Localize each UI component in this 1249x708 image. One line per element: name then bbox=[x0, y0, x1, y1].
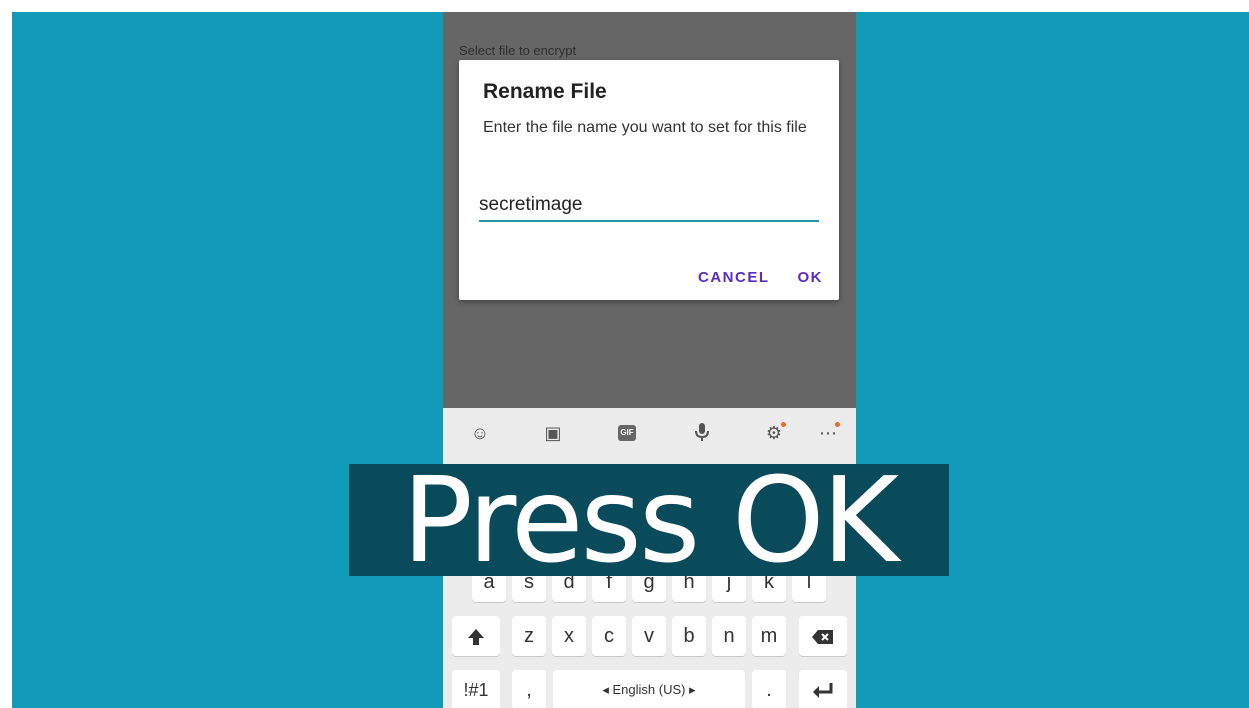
backspace-key[interactable] bbox=[799, 616, 847, 656]
comma-key[interactable]: , bbox=[512, 670, 546, 708]
background-label: Select file to encrypt bbox=[459, 43, 577, 58]
enter-icon bbox=[813, 682, 833, 698]
phone-screen: Select file to encrypt Rename File Enter… bbox=[443, 12, 856, 708]
period-key[interactable]: . bbox=[752, 670, 786, 708]
file-name-input[interactable] bbox=[479, 190, 819, 222]
video-frame: Select file to encrypt Rename File Enter… bbox=[12, 12, 1249, 708]
space-bar[interactable]: ◂ English (US) ▸ bbox=[553, 670, 745, 708]
key-v[interactable]: v bbox=[632, 616, 666, 656]
microphone-icon[interactable] bbox=[691, 422, 713, 444]
key-z[interactable]: z bbox=[512, 616, 546, 656]
more-badge-dot bbox=[835, 422, 840, 427]
key-c[interactable]: c bbox=[592, 616, 626, 656]
backspace-icon bbox=[812, 629, 833, 644]
enter-key[interactable] bbox=[799, 670, 847, 708]
key-n[interactable]: n bbox=[712, 616, 746, 656]
dialog-title: Rename File bbox=[483, 80, 607, 103]
symbols-key[interactable]: !#1 bbox=[452, 670, 500, 708]
ok-button[interactable]: OK bbox=[798, 269, 824, 286]
dialog-message: Enter the file name you want to set for … bbox=[483, 119, 807, 136]
emoji-icon[interactable]: ☺ bbox=[469, 422, 491, 444]
rename-dialog: Rename File Enter the file name you want… bbox=[459, 60, 839, 300]
dialog-actions: CANCEL OK bbox=[698, 269, 823, 286]
shift-key[interactable] bbox=[452, 616, 500, 656]
key-b[interactable]: b bbox=[672, 616, 706, 656]
cancel-button[interactable]: CANCEL bbox=[698, 269, 770, 286]
settings-badge-dot bbox=[781, 422, 786, 427]
sticker-icon[interactable]: ▣ bbox=[542, 422, 564, 444]
key-x[interactable]: x bbox=[552, 616, 586, 656]
key-m[interactable]: m bbox=[752, 616, 786, 656]
gif-icon[interactable]: GIF bbox=[618, 425, 636, 441]
shift-icon bbox=[468, 628, 484, 645]
app-background-dimmed: Select file to encrypt Rename File Enter… bbox=[443, 12, 856, 408]
caption-text: Press OK bbox=[401, 451, 899, 589]
caption-overlay: Press OK bbox=[349, 451, 949, 589]
